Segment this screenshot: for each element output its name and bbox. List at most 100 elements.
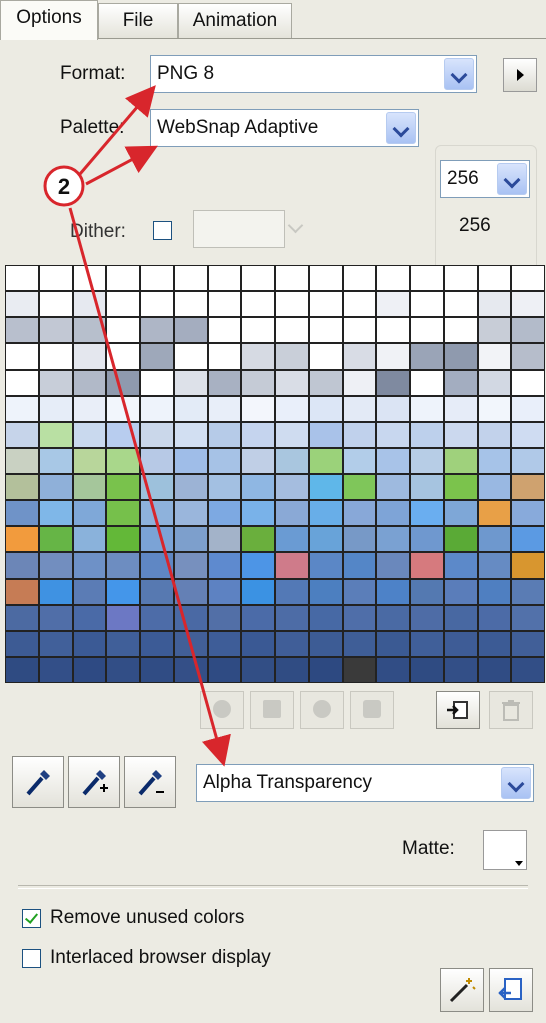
color-swatch[interactable] <box>242 475 274 500</box>
color-swatch[interactable] <box>309 605 342 630</box>
color-swatch[interactable] <box>73 527 106 552</box>
color-swatch[interactable] <box>444 266 477 291</box>
color-swatch[interactable] <box>39 344 72 369</box>
color-swatch[interactable] <box>208 396 241 421</box>
color-swatch[interactable] <box>343 396 376 421</box>
color-swatch[interactable] <box>343 422 376 447</box>
interlaced-checkbox[interactable] <box>22 949 41 968</box>
color-swatch[interactable] <box>512 318 544 343</box>
transparent-button[interactable] <box>300 691 344 729</box>
color-swatch[interactable] <box>39 605 72 630</box>
color-swatch[interactable] <box>276 501 308 526</box>
color-swatch[interactable] <box>6 605 38 630</box>
color-swatch[interactable] <box>309 631 342 656</box>
optimize-to-size-button[interactable] <box>489 968 533 1012</box>
color-swatch[interactable] <box>478 605 511 630</box>
color-swatch[interactable] <box>276 657 308 682</box>
color-swatch[interactable] <box>208 422 241 447</box>
color-swatch[interactable] <box>141 657 173 682</box>
color-swatch[interactable] <box>73 605 106 630</box>
color-swatch[interactable] <box>73 448 106 473</box>
color-swatch[interactable] <box>39 553 72 578</box>
color-swatch[interactable] <box>343 501 376 526</box>
color-swatch[interactable] <box>512 266 544 291</box>
color-swatch[interactable] <box>411 631 443 656</box>
options-menu-button[interactable] <box>503 58 537 92</box>
color-swatch[interactable] <box>73 475 106 500</box>
color-swatch[interactable] <box>141 605 173 630</box>
color-swatch[interactable] <box>208 292 241 317</box>
color-swatch[interactable] <box>343 527 376 552</box>
color-swatch[interactable] <box>208 266 241 291</box>
color-swatch[interactable] <box>411 579 443 604</box>
color-swatch[interactable] <box>242 370 274 395</box>
color-swatch[interactable] <box>73 657 106 682</box>
color-swatch[interactable] <box>444 396 477 421</box>
color-swatch[interactable] <box>377 396 409 421</box>
color-swatch[interactable] <box>377 631 409 656</box>
color-swatch[interactable] <box>208 318 241 343</box>
color-swatch[interactable] <box>512 631 544 656</box>
color-swatch[interactable] <box>512 344 544 369</box>
color-swatch[interactable] <box>107 527 139 552</box>
matte-color-swatch[interactable] <box>483 830 527 870</box>
color-swatch[interactable] <box>478 370 511 395</box>
color-swatch[interactable] <box>478 344 511 369</box>
chevron-down-icon[interactable] <box>501 767 531 799</box>
color-swatch[interactable] <box>174 631 207 656</box>
color-swatch[interactable] <box>242 553 274 578</box>
color-swatch[interactable] <box>39 475 72 500</box>
snap-to-web-safe-button[interactable] <box>250 691 294 729</box>
color-swatch[interactable] <box>444 553 477 578</box>
color-swatch[interactable] <box>478 553 511 578</box>
color-swatch[interactable] <box>242 527 274 552</box>
color-swatch[interactable] <box>107 266 139 291</box>
color-swatch[interactable] <box>174 370 207 395</box>
color-swatch[interactable] <box>478 318 511 343</box>
color-swatch[interactable] <box>377 422 409 447</box>
color-swatch[interactable] <box>411 553 443 578</box>
color-swatch[interactable] <box>6 396 38 421</box>
color-swatch[interactable] <box>444 527 477 552</box>
color-swatch[interactable] <box>141 344 173 369</box>
color-swatch[interactable] <box>208 448 241 473</box>
color-swatch[interactable] <box>174 292 207 317</box>
color-swatch[interactable] <box>309 657 342 682</box>
color-swatch[interactable] <box>141 318 173 343</box>
tab-file[interactable]: File <box>98 3 178 38</box>
color-swatch[interactable] <box>276 579 308 604</box>
color-swatch[interactable] <box>444 475 477 500</box>
color-swatch[interactable] <box>343 631 376 656</box>
color-swatch[interactable] <box>411 501 443 526</box>
color-swatch[interactable] <box>512 527 544 552</box>
color-swatch[interactable] <box>478 396 511 421</box>
color-swatch[interactable] <box>478 448 511 473</box>
color-swatch[interactable] <box>107 631 139 656</box>
color-swatch[interactable] <box>141 501 173 526</box>
color-swatch[interactable] <box>174 448 207 473</box>
color-swatch[interactable] <box>512 579 544 604</box>
color-swatch[interactable] <box>174 579 207 604</box>
tab-options[interactable]: Options <box>0 0 98 40</box>
color-swatch[interactable] <box>377 605 409 630</box>
color-swatch[interactable] <box>512 448 544 473</box>
color-swatch[interactable] <box>141 292 173 317</box>
color-swatch[interactable] <box>208 527 241 552</box>
color-swatch[interactable] <box>174 605 207 630</box>
color-swatch[interactable] <box>512 370 544 395</box>
color-swatch[interactable] <box>242 422 274 447</box>
color-swatch[interactable] <box>242 605 274 630</box>
color-swatch[interactable] <box>242 579 274 604</box>
color-swatch[interactable] <box>512 657 544 682</box>
color-swatch[interactable] <box>444 501 477 526</box>
color-swatch[interactable] <box>107 422 139 447</box>
color-swatch[interactable] <box>478 501 511 526</box>
color-swatch[interactable] <box>107 370 139 395</box>
color-swatch[interactable] <box>411 370 443 395</box>
color-swatch[interactable] <box>411 318 443 343</box>
color-swatch[interactable] <box>444 422 477 447</box>
color-swatch[interactable] <box>309 475 342 500</box>
color-swatch[interactable] <box>242 266 274 291</box>
color-swatch[interactable] <box>107 344 139 369</box>
color-swatch[interactable] <box>107 292 139 317</box>
